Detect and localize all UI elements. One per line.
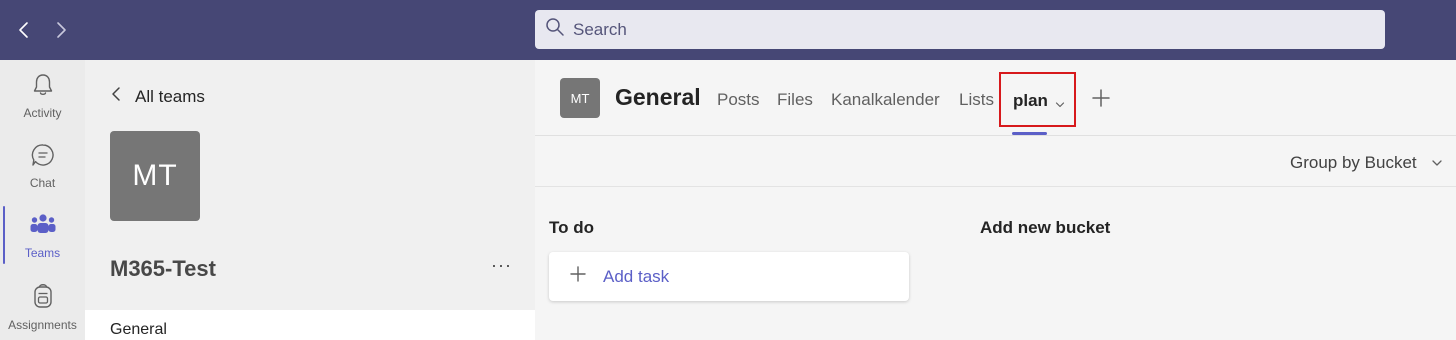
rail-item-assignments[interactable]: Assignments: [0, 282, 85, 340]
rail-item-label: Activity: [23, 106, 62, 120]
main-content: MT General Posts Files Kanalkalender Lis…: [535, 60, 1456, 340]
team-panel: All teams MT M365-Test ··· General: [85, 60, 535, 340]
add-new-bucket-button[interactable]: Add new bucket: [980, 218, 1110, 238]
rail-item-teams[interactable]: Teams: [0, 212, 85, 274]
tab-lists[interactable]: Lists: [959, 90, 994, 110]
search-input[interactable]: Search: [535, 10, 1385, 49]
chevron-down-icon: [1431, 154, 1443, 172]
tab-kanalkalender[interactable]: Kanalkalender: [831, 90, 940, 110]
channel-title: General: [615, 84, 701, 110]
title-bar: Search: [0, 0, 1456, 60]
active-tab-underline: [1012, 132, 1047, 135]
backpack-icon: [30, 282, 56, 315]
search-icon: [545, 17, 565, 42]
team-name: M365-Test: [110, 256, 216, 281]
chevron-down-icon[interactable]: [1055, 96, 1065, 114]
plus-icon: [569, 265, 587, 288]
add-task-button[interactable]: Add task: [549, 252, 909, 301]
chevron-left-icon: [111, 86, 121, 107]
search-placeholder: Search: [573, 19, 627, 39]
chat-bubble-icon: [30, 142, 56, 173]
add-tab-plus-icon[interactable]: [1091, 88, 1111, 108]
team-avatar: MT: [110, 131, 200, 221]
app-rail: Activity Chat Teams Assignments: [0, 60, 85, 340]
add-task-label: Add task: [603, 266, 670, 286]
tab-plan-label: plan: [1013, 91, 1048, 110]
rail-item-label: Assignments: [8, 318, 77, 332]
forward-arrow-icon[interactable]: [49, 18, 73, 42]
channel-item-general[interactable]: General: [85, 310, 535, 340]
tab-posts[interactable]: Posts: [717, 90, 760, 110]
tab-plan[interactable]: plan: [999, 72, 1076, 127]
channel-avatar: MT: [560, 78, 600, 118]
bucket-title: To do: [549, 218, 594, 237]
rail-item-label: Chat: [29, 176, 56, 190]
rail-item-label: Teams: [24, 246, 61, 260]
rail-item-chat[interactable]: Chat: [0, 142, 85, 204]
rail-item-activity[interactable]: Activity: [0, 72, 85, 134]
channel-header: MT General Posts Files Kanalkalender Lis…: [535, 60, 1456, 136]
group-by-dropdown[interactable]: Group by Bucket: [1290, 153, 1443, 173]
teams-icon: [29, 212, 57, 243]
all-teams-link[interactable]: All teams: [111, 86, 205, 107]
all-teams-label: All teams: [135, 86, 205, 106]
planner-board: To do Add task Add new bucket: [535, 188, 1456, 340]
bell-icon: [30, 72, 56, 103]
group-by-label: Group by Bucket: [1290, 153, 1417, 172]
tab-files[interactable]: Files: [777, 90, 813, 110]
planner-toolbar: Group by Bucket: [535, 137, 1456, 187]
more-options-icon[interactable]: ···: [491, 255, 512, 276]
back-arrow-icon[interactable]: [12, 18, 36, 42]
